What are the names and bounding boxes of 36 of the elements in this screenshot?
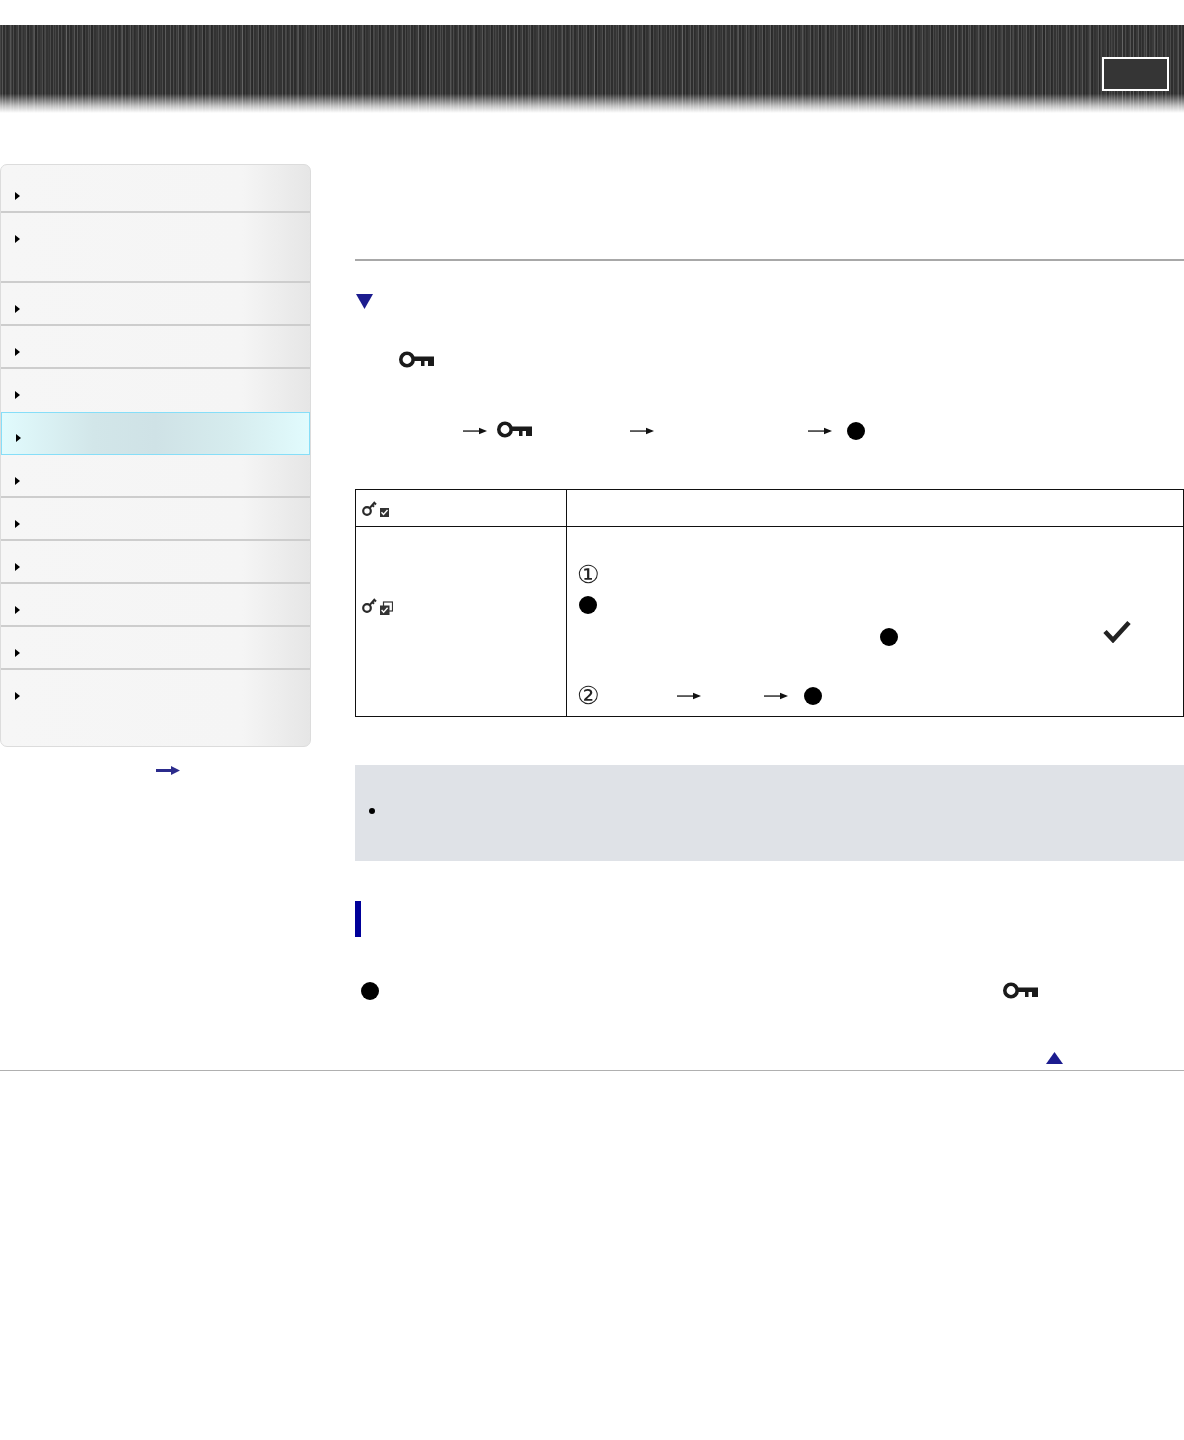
dot-icon xyxy=(361,982,379,1000)
step-number: ② xyxy=(577,684,600,707)
caret-right-icon xyxy=(15,563,20,571)
triangle-up-icon[interactable] xyxy=(1046,1052,1063,1064)
step-number: ① xyxy=(577,563,600,586)
checkmark-icon xyxy=(1103,620,1131,643)
key-icon xyxy=(497,420,532,438)
caret-right-icon xyxy=(15,348,20,356)
heading-bar xyxy=(355,901,361,937)
key-icon xyxy=(1003,982,1038,999)
caret-right-icon xyxy=(15,235,20,243)
arrow-icon xyxy=(677,691,702,700)
caret-right-icon xyxy=(15,391,20,399)
header-button[interactable] xyxy=(1102,57,1169,91)
sidebar-item[interactable] xyxy=(1,412,310,455)
caret-right-icon xyxy=(15,305,20,313)
arrow-icon xyxy=(764,691,789,700)
arrow-icon xyxy=(630,427,654,435)
key-icon xyxy=(399,351,434,368)
caret-right-icon xyxy=(15,649,20,657)
bullet-icon xyxy=(369,808,375,814)
caret-right-icon xyxy=(15,692,20,700)
arrow-right-icon[interactable] xyxy=(156,766,180,775)
caret-right-icon xyxy=(15,477,20,485)
key-check-icon xyxy=(362,499,390,517)
dot-icon xyxy=(579,596,597,614)
dot-icon xyxy=(804,686,823,705)
dot-icon xyxy=(847,422,865,440)
caret-right-icon xyxy=(16,434,21,442)
caret-right-icon xyxy=(15,606,20,614)
caret-right-icon xyxy=(15,192,20,200)
arrow-icon xyxy=(808,427,832,435)
dot-icon xyxy=(880,628,898,646)
caret-right-icon xyxy=(15,520,20,528)
arrow-icon xyxy=(463,427,487,435)
triangle-down-icon[interactable] xyxy=(356,294,373,309)
